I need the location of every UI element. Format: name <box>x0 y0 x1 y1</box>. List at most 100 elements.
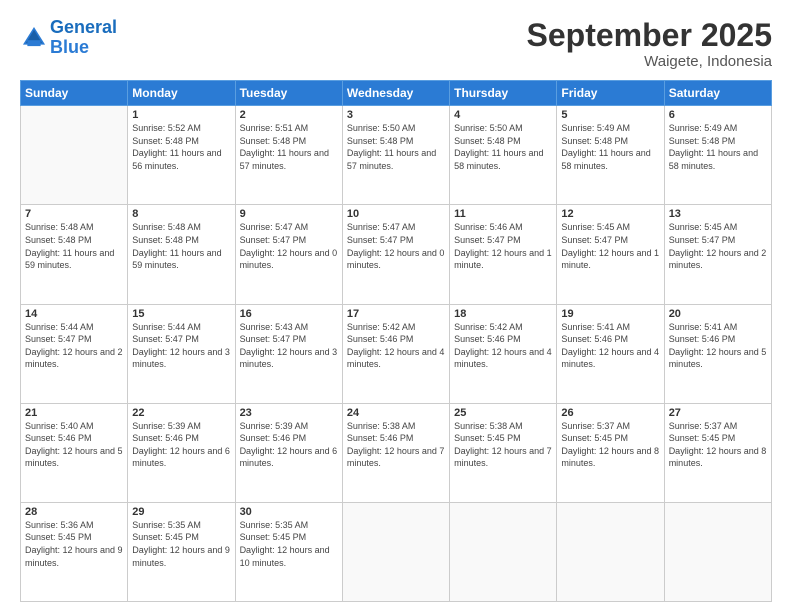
col-tuesday: Tuesday <box>235 81 342 106</box>
day-info: Sunrise: 5:38 AM Sunset: 5:46 PM Dayligh… <box>347 420 445 470</box>
calendar-cell: 15Sunrise: 5:44 AM Sunset: 5:47 PM Dayli… <box>128 304 235 403</box>
calendar-cell: 26Sunrise: 5:37 AM Sunset: 5:45 PM Dayli… <box>557 403 664 502</box>
calendar-cell: 29Sunrise: 5:35 AM Sunset: 5:45 PM Dayli… <box>128 502 235 601</box>
day-number: 5 <box>561 109 659 121</box>
calendar-cell: 6Sunrise: 5:49 AM Sunset: 5:48 PM Daylig… <box>664 106 771 205</box>
day-number: 23 <box>240 407 338 419</box>
day-info: Sunrise: 5:45 AM Sunset: 5:47 PM Dayligh… <box>561 221 659 271</box>
logo-icon <box>20 24 48 52</box>
day-info: Sunrise: 5:39 AM Sunset: 5:46 PM Dayligh… <box>132 420 230 470</box>
day-number: 13 <box>669 208 767 220</box>
day-info: Sunrise: 5:44 AM Sunset: 5:47 PM Dayligh… <box>132 321 230 371</box>
day-info: Sunrise: 5:47 AM Sunset: 5:47 PM Dayligh… <box>240 221 338 271</box>
day-info: Sunrise: 5:45 AM Sunset: 5:47 PM Dayligh… <box>669 221 767 271</box>
day-number: 17 <box>347 308 445 320</box>
day-info: Sunrise: 5:44 AM Sunset: 5:47 PM Dayligh… <box>25 321 123 371</box>
day-info: Sunrise: 5:37 AM Sunset: 5:45 PM Dayligh… <box>561 420 659 470</box>
month-title: September 2025 <box>527 18 772 53</box>
col-sunday: Sunday <box>21 81 128 106</box>
day-info: Sunrise: 5:52 AM Sunset: 5:48 PM Dayligh… <box>132 122 230 172</box>
calendar-cell <box>450 502 557 601</box>
day-number: 24 <box>347 407 445 419</box>
day-info: Sunrise: 5:41 AM Sunset: 5:46 PM Dayligh… <box>669 321 767 371</box>
day-info: Sunrise: 5:49 AM Sunset: 5:48 PM Dayligh… <box>561 122 659 172</box>
calendar-cell: 3Sunrise: 5:50 AM Sunset: 5:48 PM Daylig… <box>342 106 449 205</box>
calendar-cell: 30Sunrise: 5:35 AM Sunset: 5:45 PM Dayli… <box>235 502 342 601</box>
calendar-cell: 18Sunrise: 5:42 AM Sunset: 5:46 PM Dayli… <box>450 304 557 403</box>
calendar-cell: 5Sunrise: 5:49 AM Sunset: 5:48 PM Daylig… <box>557 106 664 205</box>
day-info: Sunrise: 5:38 AM Sunset: 5:45 PM Dayligh… <box>454 420 552 470</box>
calendar-cell: 17Sunrise: 5:42 AM Sunset: 5:46 PM Dayli… <box>342 304 449 403</box>
calendar-week-2: 7Sunrise: 5:48 AM Sunset: 5:48 PM Daylig… <box>21 205 772 304</box>
calendar-cell <box>21 106 128 205</box>
calendar-week-3: 14Sunrise: 5:44 AM Sunset: 5:47 PM Dayli… <box>21 304 772 403</box>
calendar-cell: 21Sunrise: 5:40 AM Sunset: 5:46 PM Dayli… <box>21 403 128 502</box>
calendar-cell: 4Sunrise: 5:50 AM Sunset: 5:48 PM Daylig… <box>450 106 557 205</box>
day-number: 16 <box>240 308 338 320</box>
day-number: 4 <box>454 109 552 121</box>
day-info: Sunrise: 5:48 AM Sunset: 5:48 PM Dayligh… <box>25 221 123 271</box>
title-block: September 2025 Waigete, Indonesia <box>527 18 772 70</box>
calendar-cell: 8Sunrise: 5:48 AM Sunset: 5:48 PM Daylig… <box>128 205 235 304</box>
calendar-cell: 24Sunrise: 5:38 AM Sunset: 5:46 PM Dayli… <box>342 403 449 502</box>
day-number: 8 <box>132 208 230 220</box>
calendar-cell: 12Sunrise: 5:45 AM Sunset: 5:47 PM Dayli… <box>557 205 664 304</box>
day-number: 1 <box>132 109 230 121</box>
col-wednesday: Wednesday <box>342 81 449 106</box>
day-info: Sunrise: 5:50 AM Sunset: 5:48 PM Dayligh… <box>454 122 552 172</box>
day-info: Sunrise: 5:36 AM Sunset: 5:45 PM Dayligh… <box>25 519 123 569</box>
day-info: Sunrise: 5:46 AM Sunset: 5:47 PM Dayligh… <box>454 221 552 271</box>
header: General Blue September 2025 Waigete, Ind… <box>20 18 772 70</box>
day-number: 11 <box>454 208 552 220</box>
calendar-cell: 20Sunrise: 5:41 AM Sunset: 5:46 PM Dayli… <box>664 304 771 403</box>
day-info: Sunrise: 5:40 AM Sunset: 5:46 PM Dayligh… <box>25 420 123 470</box>
day-info: Sunrise: 5:43 AM Sunset: 5:47 PM Dayligh… <box>240 321 338 371</box>
calendar-cell: 11Sunrise: 5:46 AM Sunset: 5:47 PM Dayli… <box>450 205 557 304</box>
day-number: 14 <box>25 308 123 320</box>
day-number: 18 <box>454 308 552 320</box>
day-number: 9 <box>240 208 338 220</box>
day-info: Sunrise: 5:48 AM Sunset: 5:48 PM Dayligh… <box>132 221 230 271</box>
calendar-week-5: 28Sunrise: 5:36 AM Sunset: 5:45 PM Dayli… <box>21 502 772 601</box>
day-number: 20 <box>669 308 767 320</box>
day-info: Sunrise: 5:49 AM Sunset: 5:48 PM Dayligh… <box>669 122 767 172</box>
day-number: 6 <box>669 109 767 121</box>
calendar-week-1: 1Sunrise: 5:52 AM Sunset: 5:48 PM Daylig… <box>21 106 772 205</box>
col-friday: Friday <box>557 81 664 106</box>
calendar-table: Sunday Monday Tuesday Wednesday Thursday… <box>20 80 772 602</box>
calendar-cell: 7Sunrise: 5:48 AM Sunset: 5:48 PM Daylig… <box>21 205 128 304</box>
day-info: Sunrise: 5:42 AM Sunset: 5:46 PM Dayligh… <box>454 321 552 371</box>
calendar-week-4: 21Sunrise: 5:40 AM Sunset: 5:46 PM Dayli… <box>21 403 772 502</box>
calendar-cell: 14Sunrise: 5:44 AM Sunset: 5:47 PM Dayli… <box>21 304 128 403</box>
calendar-cell: 10Sunrise: 5:47 AM Sunset: 5:47 PM Dayli… <box>342 205 449 304</box>
calendar-header-row: Sunday Monday Tuesday Wednesday Thursday… <box>21 81 772 106</box>
logo-line1: General <box>50 17 117 37</box>
day-number: 28 <box>25 506 123 518</box>
logo-line2: Blue <box>50 37 89 57</box>
logo-text: General Blue <box>50 18 117 58</box>
col-saturday: Saturday <box>664 81 771 106</box>
day-info: Sunrise: 5:35 AM Sunset: 5:45 PM Dayligh… <box>132 519 230 569</box>
calendar-cell <box>664 502 771 601</box>
day-number: 21 <box>25 407 123 419</box>
day-number: 27 <box>669 407 767 419</box>
day-number: 25 <box>454 407 552 419</box>
calendar-cell <box>557 502 664 601</box>
col-thursday: Thursday <box>450 81 557 106</box>
day-info: Sunrise: 5:37 AM Sunset: 5:45 PM Dayligh… <box>669 420 767 470</box>
day-number: 30 <box>240 506 338 518</box>
calendar-cell: 16Sunrise: 5:43 AM Sunset: 5:47 PM Dayli… <box>235 304 342 403</box>
day-info: Sunrise: 5:47 AM Sunset: 5:47 PM Dayligh… <box>347 221 445 271</box>
calendar-cell: 9Sunrise: 5:47 AM Sunset: 5:47 PM Daylig… <box>235 205 342 304</box>
calendar-cell: 27Sunrise: 5:37 AM Sunset: 5:45 PM Dayli… <box>664 403 771 502</box>
logo: General Blue <box>20 18 117 58</box>
day-number: 3 <box>347 109 445 121</box>
day-number: 22 <box>132 407 230 419</box>
page: General Blue September 2025 Waigete, Ind… <box>0 0 792 612</box>
calendar-cell: 25Sunrise: 5:38 AM Sunset: 5:45 PM Dayli… <box>450 403 557 502</box>
calendar-cell: 1Sunrise: 5:52 AM Sunset: 5:48 PM Daylig… <box>128 106 235 205</box>
calendar-cell: 28Sunrise: 5:36 AM Sunset: 5:45 PM Dayli… <box>21 502 128 601</box>
day-number: 7 <box>25 208 123 220</box>
day-number: 10 <box>347 208 445 220</box>
day-info: Sunrise: 5:42 AM Sunset: 5:46 PM Dayligh… <box>347 321 445 371</box>
